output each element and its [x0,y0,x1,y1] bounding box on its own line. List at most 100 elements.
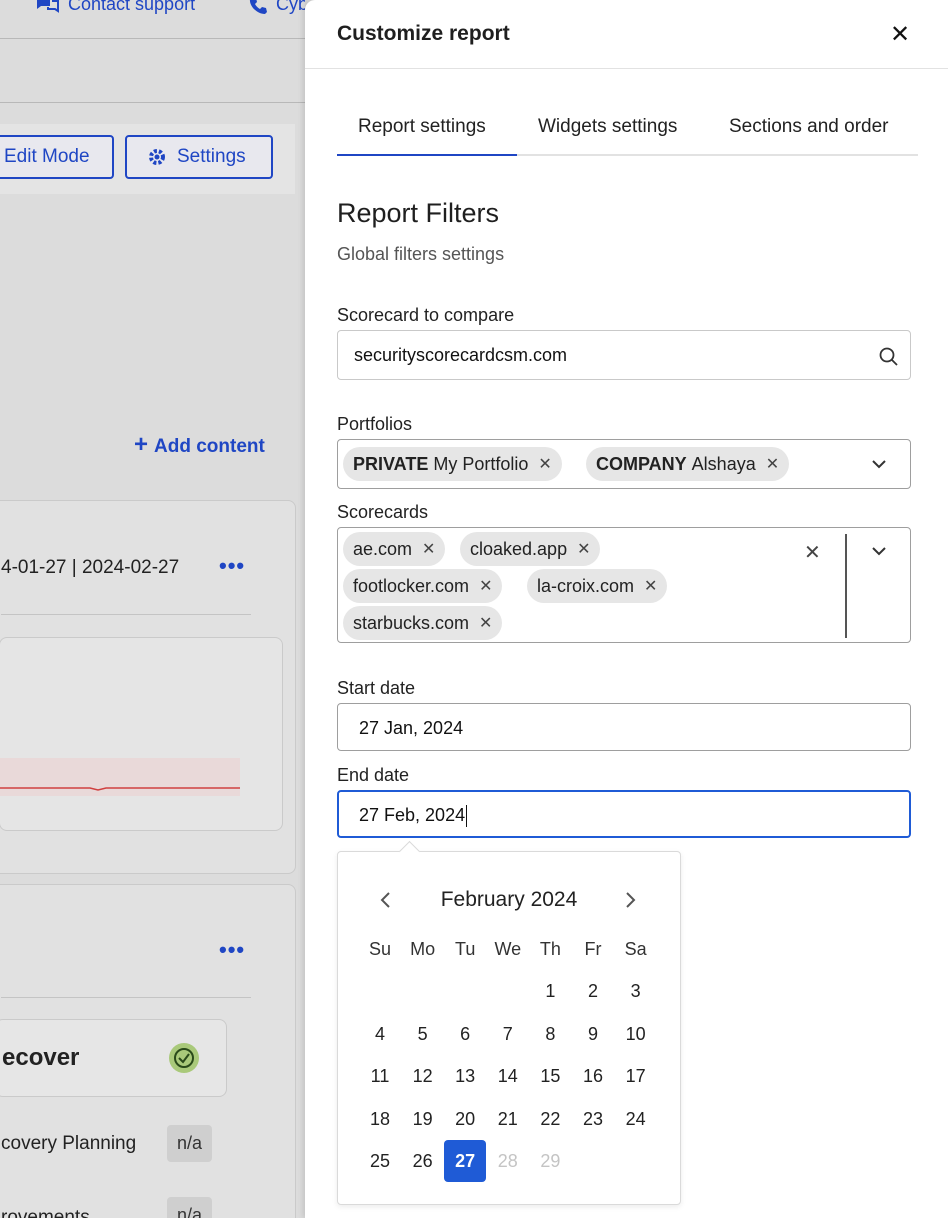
calendar-day[interactable]: 19 [402,1098,444,1140]
calendar-day[interactable]: 10 [615,1013,657,1055]
clear-all-icon[interactable]: ✕ [804,540,821,565]
calendar-day[interactable]: 2 [572,970,614,1012]
divider-2 [1,997,251,998]
remove-chip-icon[interactable]: ✕ [479,613,492,633]
weekday-header: Su [368,939,392,959]
scorecard-compare-value: securityscorecardcsm.com [354,345,568,365]
scorecard-chip-label: cloaked.app [470,538,568,559]
end-date-input[interactable]: 27 Feb, 2024 [337,790,911,838]
more-options-icon[interactable]: ••• [219,553,245,579]
edit-mode-label: Edit Mode [4,146,90,167]
remove-chip-icon[interactable]: ✕ [577,539,590,559]
search-icon[interactable] [878,346,900,368]
contact-support-label: Contact support [68,0,196,14]
improvements-value: n/a [167,1197,213,1218]
calendar-day[interactable]: 16 [572,1055,614,1097]
start-date-label: Start date [337,678,416,698]
calendar-day[interactable]: 4 [359,1013,401,1055]
calendar-day[interactable]: 25 [359,1140,401,1182]
calendar-day[interactable]: 13 [444,1055,486,1097]
phone-icon [250,0,267,15]
date-picker-calendar: February 2024 Su Mo Tu We Th Fr Sa 1 2 3 4 5 6 7 8 9 10 1… [337,840,681,1205]
calendar-caret [398,840,421,863]
calendar-day[interactable]: 22 [529,1098,571,1140]
background-page: Contact support CyberM Edit Mode Setting… [0,0,305,1218]
calendar-day[interactable]: 1 [529,970,571,1012]
start-date-value: 27 Jan, 2024 [359,718,464,738]
add-content-button[interactable]: + Add content [134,431,265,459]
scorecards-label: Scorecards [337,502,429,522]
cyber-link[interactable]: CyberM [248,0,305,15]
portfolios-label: Portfolios [337,414,413,434]
check-circle-icon [169,1043,199,1073]
calendar-day[interactable]: 3 [615,970,657,1012]
remove-chip-icon[interactable]: ✕ [422,539,435,559]
calendar-day[interactable]: 6 [444,1013,486,1055]
end-date-label: End date [337,765,410,785]
customize-report-drawer: Customize report ✕ Report settings Widge… [305,0,948,1218]
portfolio-chip-name: My Portfolio [433,453,529,474]
chevron-right-icon[interactable] [620,890,640,910]
support-chat-icon [37,0,59,14]
chevron-down-icon[interactable] [869,541,889,561]
calendar-day[interactable]: 21 [487,1098,529,1140]
scorecard-compare-input[interactable]: securityscorecardcsm.com [337,330,911,380]
calendar-day[interactable]: 27 [444,1140,487,1183]
calendar-day: 28 [497,1151,518,1172]
drawer-title: Customize report [337,22,510,45]
calendar-day[interactable]: 17 [615,1055,657,1097]
calendar-day[interactable]: 14 [487,1055,529,1097]
improvements-label: rovements [1,1207,90,1218]
portfolio-chip: PRIVATE My Portfolio ✕ [343,447,562,481]
calendar-day[interactable]: 23 [572,1098,614,1140]
remove-chip-icon[interactable]: ✕ [644,576,657,596]
trend-line [0,758,240,796]
edit-mode-button[interactable]: Edit Mode [0,135,114,179]
calendar-day[interactable]: 18 [359,1098,401,1140]
calendar-day[interactable]: 11 [359,1055,401,1097]
calendar-day[interactable]: 12 [402,1055,444,1097]
tab-widgets-settings[interactable]: Widgets settings [538,116,677,138]
calendar-day[interactable]: 9 [572,1013,614,1055]
widget-card: 4-01-27 | 2024-02-27 ••• [0,500,296,874]
calendar-day[interactable]: 20 [444,1098,486,1140]
scorecards-select[interactable]: ae.com ✕ cloaked.app ✕ footlocker.com ✕ la-… [337,527,911,643]
scorecard-chip: cloaked.app ✕ [460,532,601,566]
settings-button[interactable]: Settings [125,135,273,179]
date-range-text: 4-01-27 | 2024-02-27 [1,557,180,578]
divider [1,614,251,615]
text-cursor [466,805,468,828]
dropdown-separator [845,534,847,638]
recovery-planning-value: n/a [167,1125,213,1162]
tab-report-settings[interactable]: Report settings [358,116,486,138]
chevron-down-icon[interactable] [869,454,889,474]
calendar-day[interactable]: 7 [487,1013,529,1055]
portfolios-select[interactable]: PRIVATE My Portfolio ✕ COMPANY Alshaya ✕ [337,439,911,489]
calendar-day[interactable]: 15 [529,1055,571,1097]
close-icon[interactable]: ✕ [887,22,913,48]
more-options-icon-2[interactable]: ••• [219,937,245,963]
chart-area [0,637,283,831]
contact-support-link[interactable]: Contact support [34,0,195,15]
remove-chip-icon[interactable]: ✕ [479,576,492,596]
weekday-header: Mo [410,939,436,959]
tab-sections-and-order[interactable]: Sections and order [729,116,889,138]
calendar-day[interactable]: 5 [402,1013,444,1055]
scorecard-chip-label: footlocker.com [353,575,470,596]
scorecard-chip: footlocker.com ✕ [343,569,503,603]
scorecard-compare-label: Scorecard to compare [337,305,515,325]
remove-chip-icon[interactable]: ✕ [766,454,779,474]
weekday-header: Tu [455,939,476,959]
recover-card: ecover [0,1019,227,1097]
top-bar: Contact support CyberM [0,0,305,39]
calendar-day[interactable]: 24 [615,1098,657,1140]
weekday-header: Th [539,939,561,959]
start-date-input[interactable]: 27 Jan, 2024 [337,703,911,751]
drawer-header: Customize report ✕ [305,0,948,69]
calendar-day[interactable]: 26 [402,1140,444,1182]
settings-label: Settings [177,146,246,167]
remove-chip-icon[interactable]: ✕ [538,454,551,474]
portfolio-chip-prefix: COMPANY [596,453,687,474]
add-content-label: Add content [154,436,265,457]
calendar-day[interactable]: 8 [529,1013,571,1055]
